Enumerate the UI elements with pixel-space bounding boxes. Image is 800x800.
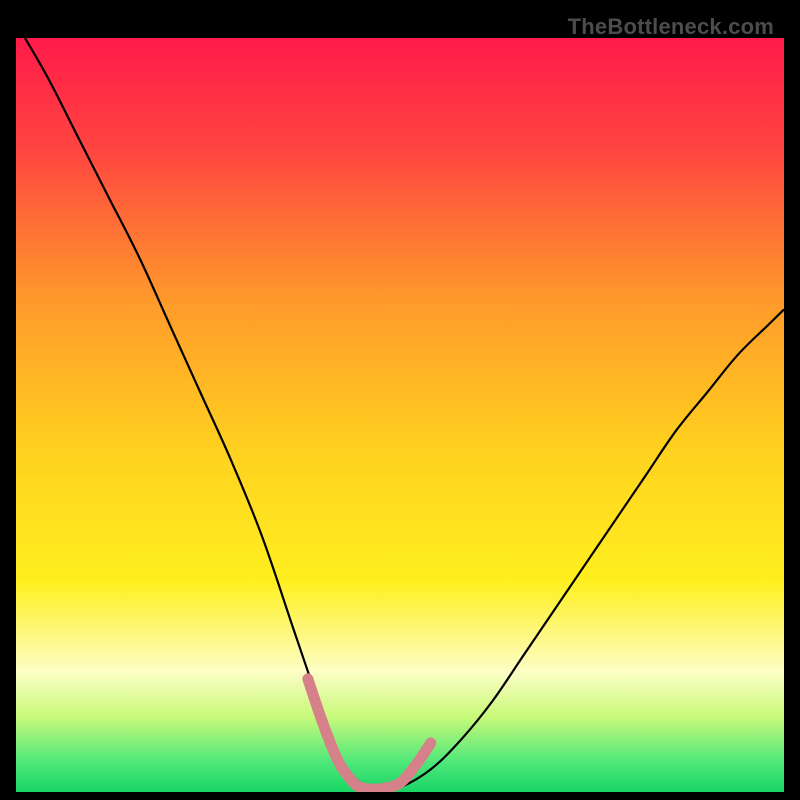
chart-background <box>16 38 784 792</box>
chart-svg <box>16 38 784 792</box>
chart-frame: TheBottleneck.com <box>8 8 792 792</box>
watermark-text: TheBottleneck.com <box>568 14 774 40</box>
chart-plot-area <box>16 38 784 792</box>
